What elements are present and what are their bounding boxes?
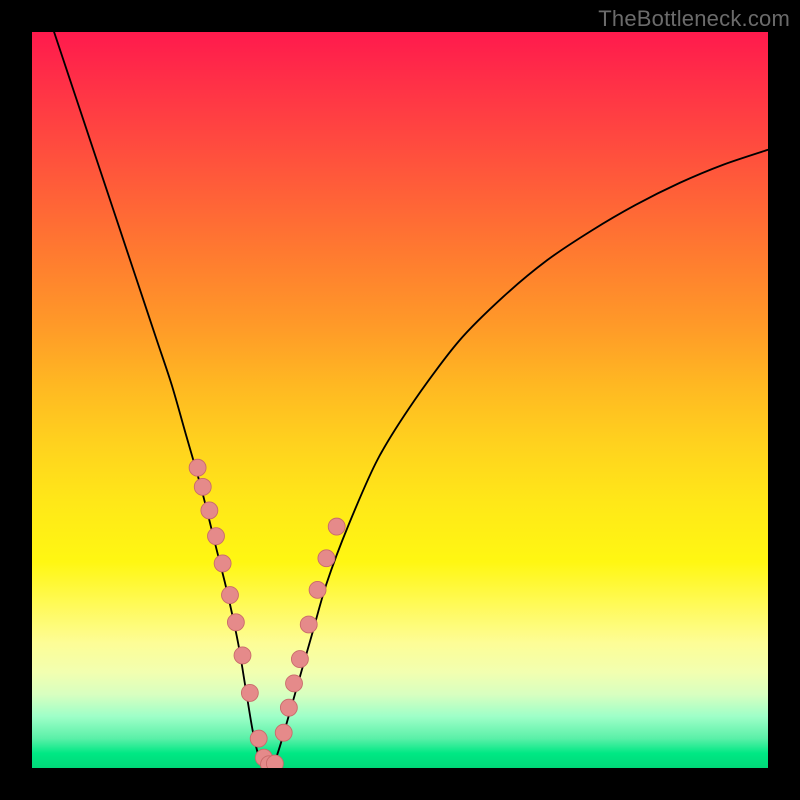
highlight-point: [227, 614, 244, 631]
highlight-point: [318, 550, 335, 567]
highlight-point: [280, 699, 297, 716]
highlight-point: [194, 478, 211, 495]
highlight-point: [266, 755, 283, 768]
watermark-text: TheBottleneck.com: [598, 6, 790, 32]
highlight-markers: [189, 459, 345, 768]
highlight-point: [189, 459, 206, 476]
curve-layer: [32, 32, 768, 768]
highlight-point: [250, 730, 267, 747]
highlight-point: [309, 581, 326, 598]
chart-stage: TheBottleneck.com: [0, 0, 800, 800]
highlight-point: [328, 518, 345, 535]
highlight-point: [222, 587, 239, 604]
highlight-point: [208, 528, 225, 545]
highlight-point: [214, 555, 231, 572]
bottleneck-curve: [54, 32, 768, 768]
highlight-point: [291, 651, 308, 668]
highlight-point: [234, 647, 251, 664]
highlight-point: [275, 724, 292, 741]
highlight-point: [300, 616, 317, 633]
plot-area: [32, 32, 768, 768]
highlight-point: [201, 502, 218, 519]
highlight-point: [241, 684, 258, 701]
highlight-point: [286, 675, 303, 692]
